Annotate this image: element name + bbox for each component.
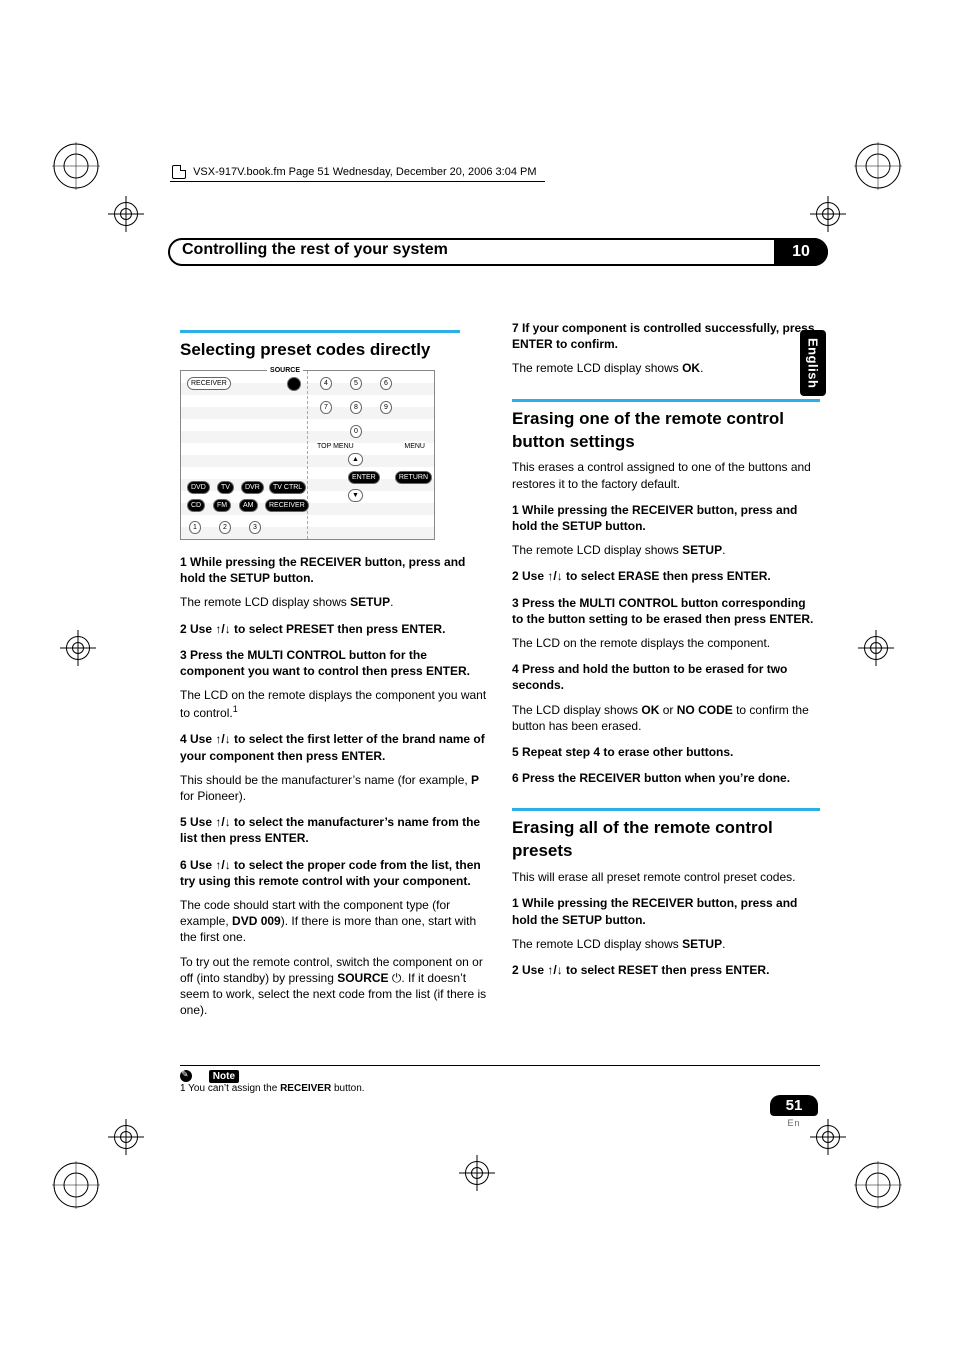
label-topmenu: TOP MENU — [314, 441, 357, 452]
step-5: 5 Use ↑/↓ to select the manufacturer’s n… — [180, 814, 488, 846]
heading-erase-all: Erasing all of the remote control preset… — [512, 808, 820, 863]
erase-step-1: 1 While pressing the RECEIVER button, pr… — [512, 502, 820, 534]
step-1: 1 While pressing the RECEIVER button, pr… — [180, 554, 488, 586]
step-7-body: The remote LCD display shows OK. — [512, 360, 820, 376]
btn-receiver: RECEIVER — [187, 377, 231, 390]
step-2: 2 Use ↑/↓ to select PRESET then press EN… — [180, 621, 488, 637]
remote-left-panel: RECEIVER SOURCE DVD TV DVR TV CTRL CD FM… — [181, 371, 308, 539]
heading-selecting-preset-codes: Selecting preset codes directly — [180, 330, 460, 362]
erase-step-3: 3 Press the MULTI CONTROL button corresp… — [512, 595, 820, 627]
reg-disc-br — [854, 1161, 902, 1209]
note-icon — [180, 1070, 192, 1082]
btn-tv: TV — [217, 481, 234, 494]
btn-source — [287, 377, 301, 391]
heading-erase-one: Erasing one of the remote control button… — [512, 399, 820, 454]
erase-step-1-body: The remote LCD display shows SETUP. — [512, 542, 820, 558]
chapter-header: Controlling the rest of your system 10 — [168, 238, 828, 266]
updown-icon: ↑/↓ — [215, 815, 230, 829]
crosshair-mr — [858, 630, 894, 666]
btn-tvctrl: TV CTRL — [269, 481, 306, 494]
step-4-body: This should be the manufacturer’s name (… — [180, 772, 488, 804]
label-source: SOURCE — [267, 365, 303, 376]
eraseall-step-1-body: The remote LCD display shows SETUP. — [512, 936, 820, 952]
running-header: VSX-917V.book.fm Page 51 Wednesday, Dece… — [170, 163, 545, 182]
step-1-body: The remote LCD display shows SETUP. — [180, 594, 488, 610]
left-column: Selecting preset codes directly RECEIVER… — [180, 310, 488, 1026]
step-7: 7 If your component is controlled succes… — [512, 320, 820, 352]
updown-icon: ↑/↓ — [215, 858, 230, 872]
page-number: 51 En — [770, 1095, 818, 1128]
step-6-body-b: To try out the remote control, switch th… — [180, 954, 488, 1019]
power-icon: ⏻ — [392, 971, 402, 985]
erase-step-5: 5 Repeat step 4 to erase other buttons. — [512, 744, 820, 760]
updown-icon: ↑/↓ — [547, 963, 562, 977]
remote-control-illustration: RECEIVER SOURCE DVD TV DVR TV CTRL CD FM… — [180, 370, 435, 540]
right-column: 7 If your component is controlled succes… — [512, 310, 820, 1026]
reg-disc-tr — [854, 142, 902, 190]
btn-enter: ENTER — [348, 471, 380, 484]
running-header-text: VSX-917V.book.fm Page 51 Wednesday, Dece… — [193, 166, 536, 178]
btn-cd: CD — [187, 499, 205, 512]
page-number-value: 51 — [770, 1095, 818, 1116]
footnote-text: 1 You can’t assign the RECEIVER button. — [180, 1083, 365, 1094]
updown-icon: ↑/↓ — [215, 732, 230, 746]
erase-all-intro: This will erase all preset remote contro… — [512, 869, 820, 885]
updown-icon: ↑/↓ — [215, 622, 230, 636]
erase-one-intro: This erases a control assigned to one of… — [512, 459, 820, 491]
reg-disc-tl — [52, 142, 100, 190]
erase-step-4-body: The LCD display shows OK or NO CODE to c… — [512, 702, 820, 734]
footnote-rule — [180, 1065, 820, 1066]
step-3: 3 Press the MULTI CONTROL button for the… — [180, 647, 488, 679]
erase-step-6: 6 Press the RECEIVER button when you’re … — [512, 770, 820, 786]
erase-step-4: 4 Press and hold the button to be erased… — [512, 661, 820, 693]
crosshair-mb — [459, 1155, 495, 1191]
chapter-number: 10 — [774, 238, 828, 266]
crosshair-ml — [60, 630, 96, 666]
eraseall-step-1: 1 While pressing the RECEIVER button, pr… — [512, 895, 820, 927]
footnote: Note 1 You can’t assign the RECEIVER but… — [180, 1070, 365, 1094]
page-icon — [172, 165, 186, 179]
btn-dvd: DVD — [187, 481, 210, 494]
erase-step-2: 2 Use ↑/↓ to select ERASE then press ENT… — [512, 568, 820, 584]
label-menu: MENU — [401, 441, 428, 452]
btn-fm: FM — [213, 499, 231, 512]
step-3-body: The LCD on the remote displays the compo… — [180, 687, 488, 721]
btn-return: RETURN — [395, 471, 432, 484]
chapter-title: Controlling the rest of your system — [182, 241, 448, 259]
step-6: 6 Use ↑/↓ to select the proper code from… — [180, 857, 488, 889]
page-number-lang: En — [770, 1118, 818, 1128]
updown-icon: ↑/↓ — [547, 569, 562, 583]
btn-dvr: DVR — [241, 481, 264, 494]
crosshair-bl — [108, 1119, 144, 1155]
step-6-body-a: The code should start with the component… — [180, 897, 488, 946]
remote-right-panel: 4 5 6 7 8 9 0 TOP MENU MENU ENTER RETURN… — [308, 371, 434, 539]
eraseall-step-2: 2 Use ↑/↓ to select RESET then press ENT… — [512, 962, 820, 978]
crosshair-tl — [108, 196, 144, 232]
btn-receiver2: RECEIVER — [265, 499, 309, 512]
btn-am: AM — [239, 499, 258, 512]
reg-disc-bl — [52, 1161, 100, 1209]
erase-step-3-body: The LCD on the remote displays the compo… — [512, 635, 820, 651]
crosshair-tr — [810, 196, 846, 232]
step-4: 4 Use ↑/↓ to select the first letter of … — [180, 731, 488, 763]
note-label: Note — [209, 1070, 239, 1083]
